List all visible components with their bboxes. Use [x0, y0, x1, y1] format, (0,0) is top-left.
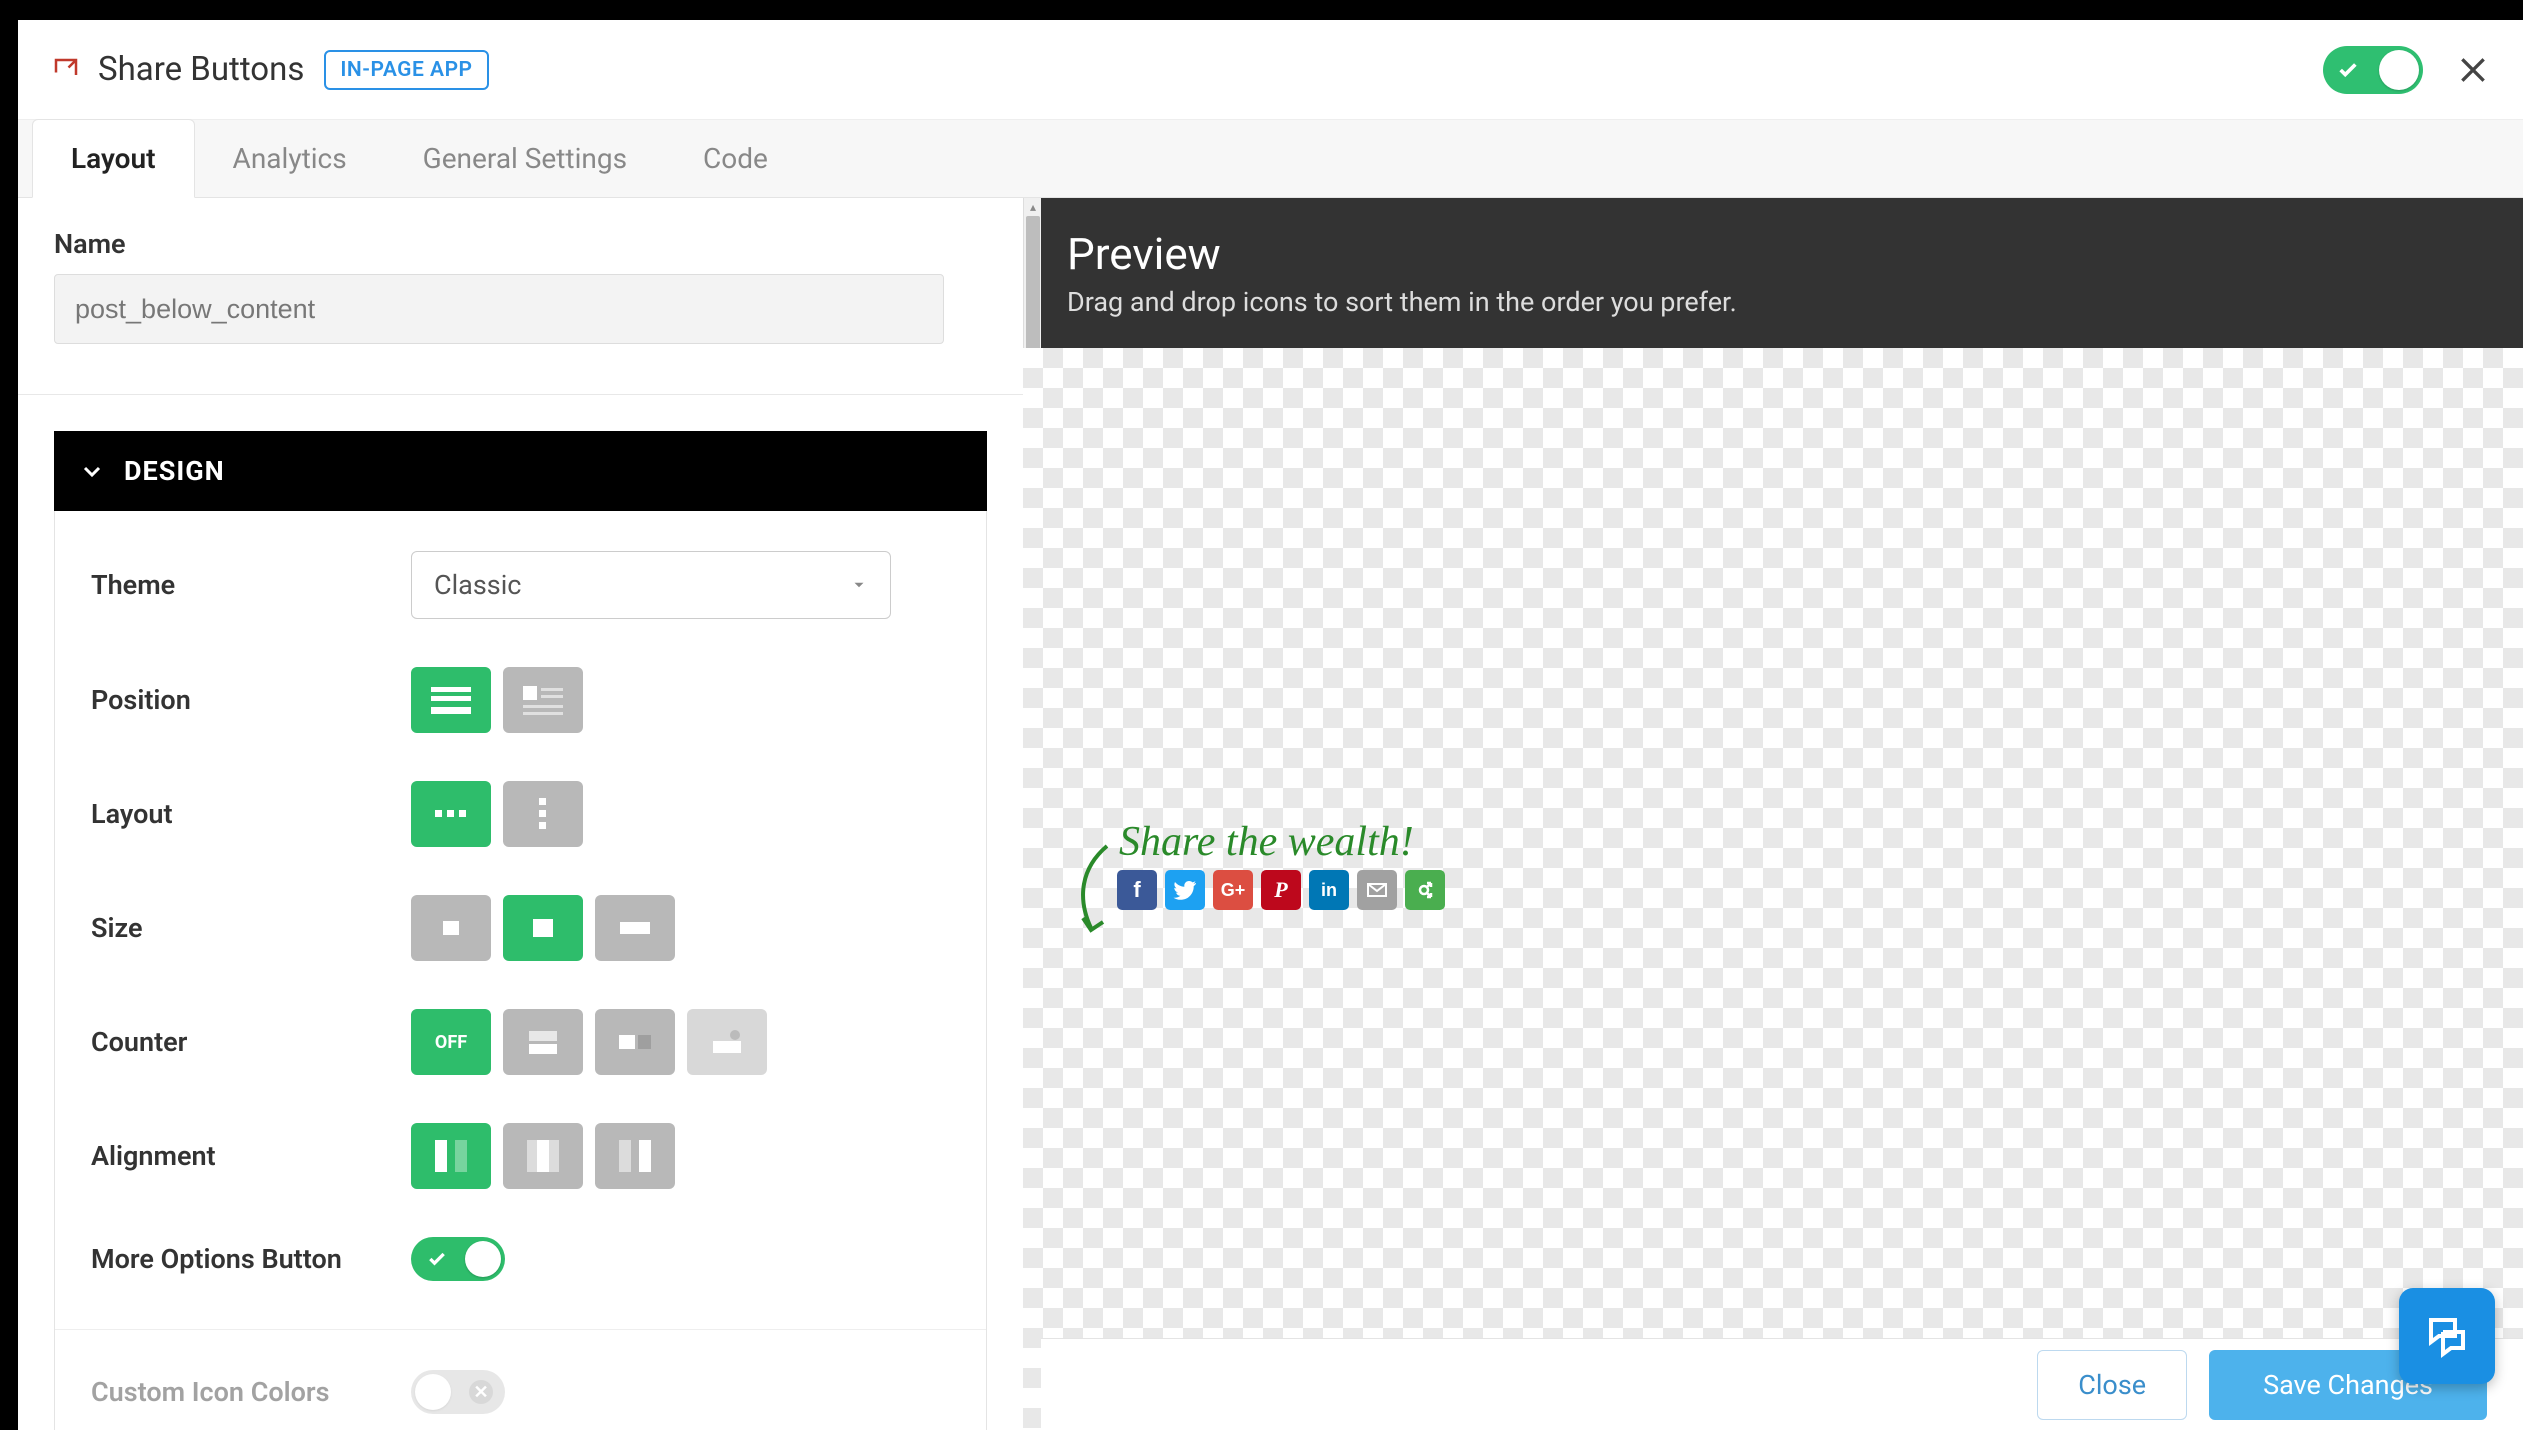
email-icon[interactable] [1357, 870, 1397, 910]
app-header: Share Buttons IN-PAGE APP [18, 20, 2523, 120]
app-enabled-toggle[interactable] [2323, 46, 2423, 94]
more-options-toggle[interactable] [411, 1237, 505, 1281]
layout-option-horizontal[interactable] [411, 781, 491, 847]
theme-select[interactable]: Classic [411, 551, 891, 619]
alignment-option-center[interactable] [503, 1123, 583, 1189]
alignment-option-right[interactable] [595, 1123, 675, 1189]
counter-label: Counter [91, 1026, 411, 1058]
size-option-medium[interactable] [503, 895, 583, 961]
close-button[interactable]: Close [2037, 1350, 2187, 1420]
layout-option-vertical[interactable] [503, 781, 583, 847]
counter-option-1[interactable] [503, 1009, 583, 1075]
alignment-label: Alignment [91, 1140, 411, 1172]
linkedin-icon[interactable]: in [1309, 870, 1349, 910]
settings-panel: Name DESIGN Theme Classic Position [18, 198, 1023, 1430]
preview-subtitle: Drag and drop icons to sort them in the … [1067, 286, 2479, 318]
design-section-title: DESIGN [124, 455, 225, 487]
design-accordion-body: Theme Classic Position [54, 511, 987, 1430]
custom-colors-label: Custom Icon Colors [91, 1376, 411, 1408]
x-icon: ✕ [469, 1380, 493, 1404]
alignment-option-left[interactable] [411, 1123, 491, 1189]
preview-canvas: Share the wealth! f G+ P in [1023, 348, 2523, 1430]
googleplus-icon[interactable]: G+ [1213, 870, 1253, 910]
facebook-icon[interactable]: f [1117, 870, 1157, 910]
tab-general-settings[interactable]: General Settings [385, 120, 665, 197]
tab-analytics[interactable]: Analytics [195, 120, 385, 197]
more-icon[interactable] [1405, 870, 1445, 910]
chevron-up-icon[interactable]: ▴ [1024, 198, 1042, 216]
chat-icon [2423, 1312, 2471, 1360]
more-options-label: More Options Button [91, 1243, 411, 1275]
tabs-row: Layout Analytics General Settings Code [18, 120, 2523, 198]
chat-fab[interactable] [2399, 1288, 2495, 1384]
size-option-small[interactable] [411, 895, 491, 961]
size-label: Size [91, 912, 411, 944]
position-option-below[interactable] [411, 667, 491, 733]
name-label: Name [54, 228, 987, 260]
position-label: Position [91, 684, 411, 716]
layout-label: Layout [91, 798, 411, 830]
in-page-app-badge: IN-PAGE APP [324, 50, 488, 90]
position-option-above[interactable] [503, 667, 583, 733]
design-accordion-header[interactable]: DESIGN [54, 431, 987, 511]
chevron-down-icon [850, 576, 868, 594]
close-icon[interactable] [2453, 50, 2493, 90]
share-icon [48, 52, 84, 88]
pinterest-icon[interactable]: P [1261, 870, 1301, 910]
preview-panel: Preview Drag and drop icons to sort them… [1023, 198, 2523, 1430]
footer-bar: Close Save Changes [1041, 1338, 2523, 1430]
theme-label: Theme [91, 569, 411, 601]
twitter-icon[interactable] [1165, 870, 1205, 910]
counter-option-2[interactable] [595, 1009, 675, 1075]
counter-option-off[interactable]: OFF [411, 1009, 491, 1075]
app-title: Share Buttons [98, 50, 304, 89]
preview-title: Preview [1067, 228, 2479, 280]
tab-layout[interactable]: Layout [32, 119, 195, 198]
share-caption: Share the wealth! [1119, 818, 1445, 866]
counter-option-3[interactable] [687, 1009, 767, 1075]
custom-colors-toggle[interactable]: ✕ [411, 1370, 505, 1414]
chevron-down-icon [80, 459, 104, 483]
size-option-large[interactable] [595, 895, 675, 961]
arrow-icon [1069, 838, 1119, 938]
name-input[interactable] [54, 274, 944, 344]
tab-code[interactable]: Code [665, 120, 806, 197]
